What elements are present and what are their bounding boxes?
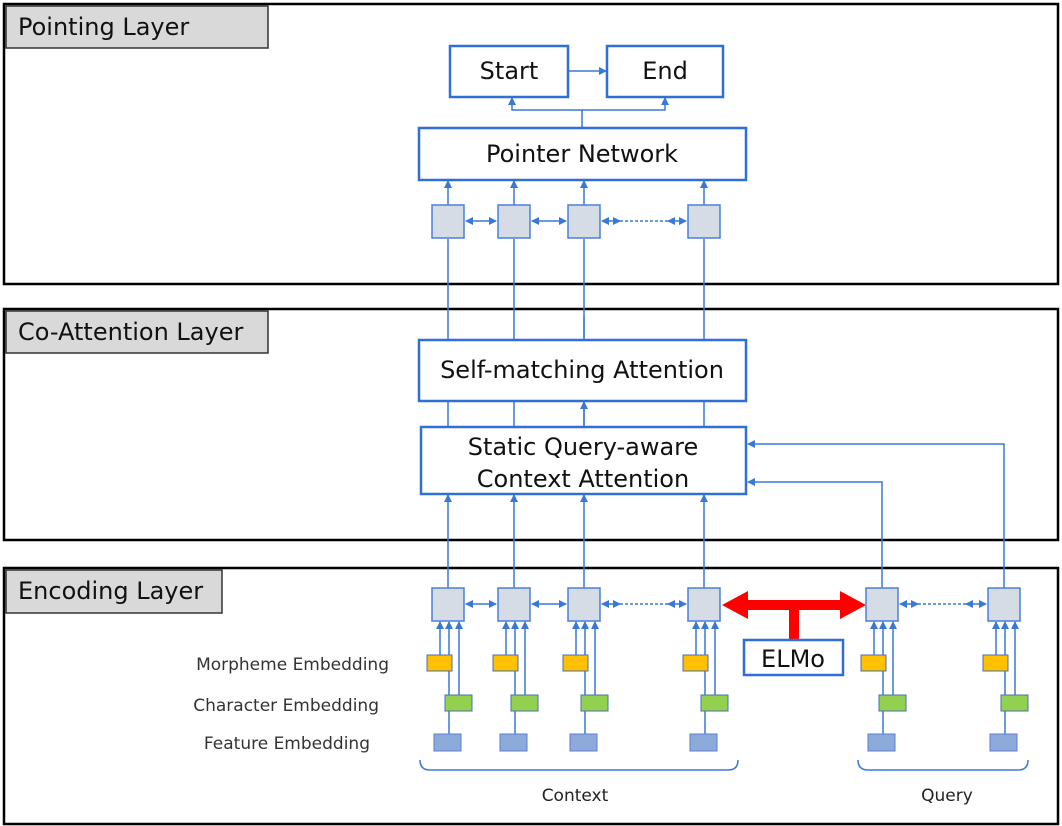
morpheme-embedding-block: [982, 654, 1009, 672]
context-bracket: [419, 759, 739, 771]
feature-embedding-block: [689, 733, 718, 752]
character-embedding-block: [700, 694, 729, 712]
character-embedding-block: [1000, 694, 1029, 712]
static-attention-label-line2: Context Attention: [477, 465, 689, 493]
context-hidden-cell: [567, 587, 601, 622]
pointer-to-end-arrow: [582, 97, 669, 111]
feature-embedding-block: [867, 733, 896, 752]
pointing-hidden-cell: [687, 204, 721, 239]
pointing-hidden-cell: [497, 204, 531, 239]
context-hidden-cell: [497, 587, 531, 622]
character-embedding-block: [878, 694, 907, 712]
end-label: End: [642, 57, 688, 85]
pointer-network-label: Pointer Network: [486, 140, 678, 168]
morpheme-embedding-block: [682, 654, 709, 672]
morpheme-embedding-block: [426, 654, 453, 672]
morpheme-embedding-block: [860, 654, 887, 672]
query-to-static-arrow: [747, 478, 883, 588]
character-embedding-block: [510, 694, 539, 712]
encoding-layer-label: Encoding Layer: [18, 577, 203, 605]
start-label: Start: [480, 57, 539, 85]
feature-embedding-label: Feature Embedding: [204, 734, 370, 754]
query-hidden-cell: [987, 587, 1021, 622]
pointing-layer-label: Pointing Layer: [18, 13, 189, 41]
pointing-hidden-cell: [567, 204, 601, 239]
morpheme-embedding-block: [492, 654, 519, 672]
morpheme-embedding-label: Morpheme Embedding: [196, 655, 389, 675]
elmo-arrow: [722, 591, 866, 640]
self-matching-attention-label: Self-matching Attention: [440, 356, 724, 384]
character-embedding-label: Character Embedding: [193, 696, 379, 716]
feature-embedding-block: [499, 733, 528, 752]
feature-embedding-block: [569, 733, 598, 752]
context-hidden-cell: [431, 587, 465, 622]
feature-embedding-block: [433, 733, 462, 752]
elmo-label: ELMo: [761, 645, 825, 673]
query-hidden-cell: [865, 587, 899, 622]
coattention-layer-label: Co-Attention Layer: [18, 318, 243, 346]
feature-embedding-block: [989, 733, 1018, 752]
context-hidden-cell: [687, 587, 721, 622]
pointing-hidden-cell: [431, 204, 465, 239]
morpheme-embedding-block: [562, 654, 589, 672]
query-to-static-arrow: [747, 440, 1005, 588]
character-embedding-block: [580, 694, 609, 712]
context-label: Context: [542, 786, 609, 806]
static-attention-label-line1: Static Query-aware: [468, 433, 699, 461]
pointer-to-start-arrow: [508, 97, 583, 128]
architecture-diagram: Pointing Layer Co-Attention Layer Encodi…: [2, 2, 1060, 826]
query-label: Query: [921, 786, 973, 806]
query-bracket: [857, 759, 1029, 771]
character-embedding-block: [444, 694, 473, 712]
